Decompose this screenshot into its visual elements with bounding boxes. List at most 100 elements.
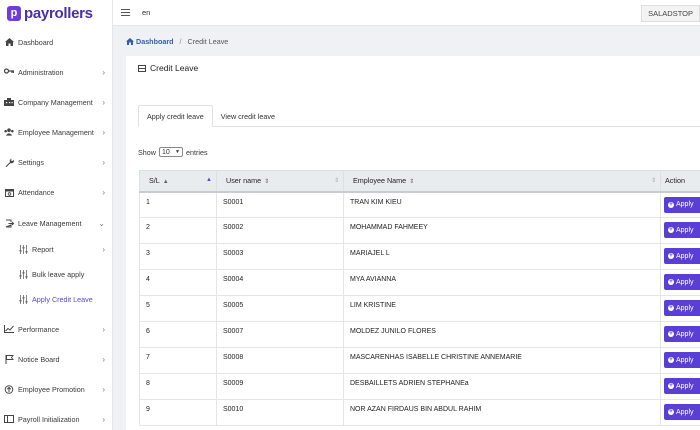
flag-icon [4,354,14,364]
plus-circle-icon: + [668,383,674,389]
apply-button[interactable]: + Apply [664,404,700,420]
sidebar-item-label: Company Management [18,97,93,107]
cell-employee-name: MARIAJEL L [343,243,661,270]
sidebar-item-administration[interactable]: Administration › [0,63,113,81]
apply-button-label: Apply [676,252,694,260]
sidebar: p payrollers Dashboard Administration › Com… [0,0,113,430]
sidebar-item-notice-board[interactable]: Notice Board › [0,350,113,368]
sidebar-item-leave-management[interactable]: Leave Management ⌄ [0,214,113,232]
table-row: 5 S0005 LIM KRISTINE + Apply [139,295,700,322]
sidebar-item-performance[interactable]: Performance › [0,320,113,338]
table-header-row: S/L ▲ ▲ User name ⇕ ⇕ Employee Name ⇕ ⇕ Action [139,170,700,193]
sidebar-item-label: Dashboard [18,37,54,47]
apply-button[interactable]: + Apply [664,326,700,342]
entries-suffix: entries [185,147,208,157]
cell-employee-name: LIM KRISTINE [343,295,661,322]
sidebar-item-label: Administration [18,67,64,77]
calendar-icon [4,188,14,197]
apply-button-label: Apply [676,382,694,390]
cell-action: + Apply [660,321,700,348]
logo-text: payrollers [24,4,93,22]
chevron-right-icon: › [102,157,105,167]
tab-view-credit-leave[interactable]: View credit leave [213,105,283,127]
cell-employee-name: MOLDEZ JUNILO FLORES [343,321,661,348]
sidebar-item-employee-promotion[interactable]: Employee Promotion › [0,380,113,398]
card-title: Credit Leave [138,63,198,73]
chevron-right-icon: › [102,187,105,197]
chevron-down-icon: ▼ [175,149,180,155]
plus-circle-icon: + [668,201,674,208]
cell-username: S0001 [216,191,344,218]
sidebar-item-employee-management[interactable]: Employee Management › [0,123,113,141]
entries-select[interactable]: 10 ▼ [158,147,183,157]
sidebar-item-report[interactable]: Report › [0,240,113,258]
column-employee-name[interactable]: Employee Name ⇕ ⇕ [343,170,661,193]
card-title-label: Credit Leave [150,63,199,73]
apply-button-label: Apply [676,201,694,208]
plus-circle-icon: + [668,253,674,259]
home-icon [4,38,14,47]
sort-indicator-icon: ▲ [206,177,212,183]
sliders-icon [18,269,28,279]
sidebar-item-attendance[interactable]: Attendance › [0,183,113,201]
cell-sl: 6 [139,321,217,348]
sort-icon: ⇕ [264,179,270,186]
sidebar-item-label: Payroll Initialization [18,414,80,424]
apply-button[interactable]: + Apply [664,248,700,264]
breadcrumb-separator: / [179,37,182,46]
sort-icon: ⇕ [409,179,415,186]
cell-action: + Apply [660,191,700,218]
sidebar-item-apply-credit-leave[interactable]: Apply Credit Leave [0,290,113,308]
apply-button[interactable]: + Apply [664,222,700,238]
sidebar-item-label: Bulk leave apply [32,269,85,279]
table-icon [138,64,146,72]
chevron-right-icon: › [102,384,105,394]
sidebar-item-bulk-leave-apply[interactable]: Bulk leave apply [0,265,113,283]
apply-button[interactable]: + Apply [664,274,700,290]
content-card: Credit Leave Apply credit leave View cre… [126,56,700,430]
wrench-icon [4,158,14,167]
tab-apply-credit-leave[interactable]: Apply credit leave [138,105,213,127]
hamburger-icon[interactable] [121,8,130,17]
language-selector[interactable]: en [142,8,150,17]
entries-value: 10 [161,148,170,156]
apply-button[interactable]: + Apply [664,352,700,368]
chart-icon [4,325,14,334]
plus-circle-icon: + [668,279,674,285]
plus-circle-icon: + [668,331,674,337]
logo[interactable]: p payrollers [0,0,112,26]
users-icon [4,128,14,137]
cell-employee-name: NOR AZAN FIRDAUS BIN ABDUL RAHIM [343,399,661,426]
table-row: 6 S0007 MOLDEZ JUNILO FLORES + Apply [139,321,700,348]
apply-button[interactable]: + Apply [664,196,700,213]
sort-asc-icon: ▲ [162,179,169,186]
sidebar-item-payroll-initialization[interactable]: Payroll Initialization › [0,410,113,428]
home-icon [126,38,134,45]
cell-employee-name: TRAN KIM KIEU [343,191,661,218]
apply-button-label: Apply [676,330,694,338]
cell-username: S0005 [216,295,344,322]
sidebar-item-dashboard[interactable]: Dashboard [0,33,113,51]
breadcrumb: Dashboard / Credit Leave [126,37,228,46]
sidebar-item-company-management[interactable]: Company Management › [0,93,113,111]
sidebar-item-label: Employee Management [18,127,94,137]
apply-button[interactable]: + Apply [664,378,700,394]
breadcrumb-home[interactable]: Dashboard [126,37,174,46]
cell-employee-name: MYA AVIANNA [343,269,661,296]
table-row: 4 S0004 MYA AVIANNA + Apply [139,269,700,296]
topbar: en SALADSTOP [113,0,700,26]
column-username[interactable]: User name ⇕ ⇕ [216,170,344,193]
breadcrumb-current: Credit Leave [187,37,229,46]
cell-sl: 9 [139,399,217,426]
apply-button[interactable]: + Apply [664,300,700,316]
plus-circle-icon: + [668,227,674,233]
sidebar-item-settings[interactable]: Settings › [0,153,113,171]
chevron-right-icon: › [102,67,105,77]
cell-username: S0008 [216,347,344,374]
cell-employee-name: MASCARENHAS ISABELLE CHRISTINE ANNEMARIE [343,347,661,374]
cell-employee-name: DESBAILLETS ADRIEN STEPHANEa [343,373,661,400]
company-selector[interactable]: SALADSTOP [641,5,700,22]
show-entries: Show 10 ▼ entries [138,147,208,157]
chevron-right-icon: › [102,324,105,334]
column-sl[interactable]: S/L ▲ ▲ [139,170,217,193]
